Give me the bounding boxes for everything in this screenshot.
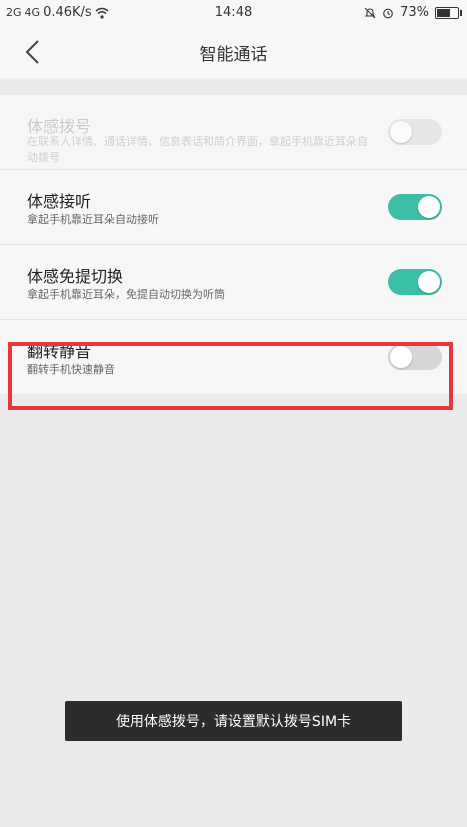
alarm-icon	[383, 8, 393, 18]
toast-message: 使用体感拨号，请设置默认拨号SIM卡	[65, 701, 402, 741]
toggle-switch[interactable]	[388, 269, 442, 295]
battery-percent: 73%	[400, 5, 429, 20]
setting-subtitle: 翻转手机快速静音	[27, 363, 115, 376]
status-bar: 2G 4G 0.46K/s 14:48 73%	[0, 0, 467, 26]
status-right: 73%	[364, 5, 462, 20]
toggle-knob	[418, 196, 440, 218]
toggle-knob	[390, 121, 412, 143]
toggle-knob	[390, 346, 412, 368]
setting-row-handsfree-switch[interactable]: 体感免提切换 拿起手机靠近耳朵，免提自动切换为听筒	[0, 245, 467, 320]
setting-title: 翻转静音	[27, 342, 92, 361]
setting-subtitle: 拿起手机靠近耳朵，免提自动切换为听筒	[27, 288, 225, 301]
setting-subtitle: 在联系人详情、通话详情、信息表话和简介界面，拿起手机靠近耳朵自动拨号	[27, 135, 368, 164]
page-title: 智能通话	[199, 45, 268, 65]
toggle-switch[interactable]	[388, 119, 442, 145]
bell-muted-icon	[364, 7, 376, 18]
toggle-switch[interactable]	[388, 194, 442, 220]
setting-row-motion-dial[interactable]: 体感拨号 在联系人详情、通话详情、信息表话和简介界面，拿起手机靠近耳朵自动拨号	[0, 95, 467, 170]
setting-row-flip-mute[interactable]: 翻转静音 翻转手机快速静音	[0, 320, 467, 394]
battery-icon	[435, 6, 462, 19]
setting-title: 体感接听	[27, 192, 92, 211]
nav-bar: 智能通话	[0, 26, 467, 78]
settings-list: 体感拨号 在联系人详情、通话详情、信息表话和简介界面，拿起手机靠近耳朵自动拨号 …	[0, 95, 467, 394]
setting-subtitle: 拿起手机靠近耳朵自动接听	[27, 213, 159, 226]
toggle-switch[interactable]	[388, 344, 442, 370]
battery-fill	[437, 8, 450, 17]
setting-row-motion-answer[interactable]: 体感接听 拿起手机靠近耳朵自动接听	[0, 170, 467, 245]
toggle-knob	[418, 271, 440, 293]
setting-title: 体感免提切换	[27, 267, 124, 286]
